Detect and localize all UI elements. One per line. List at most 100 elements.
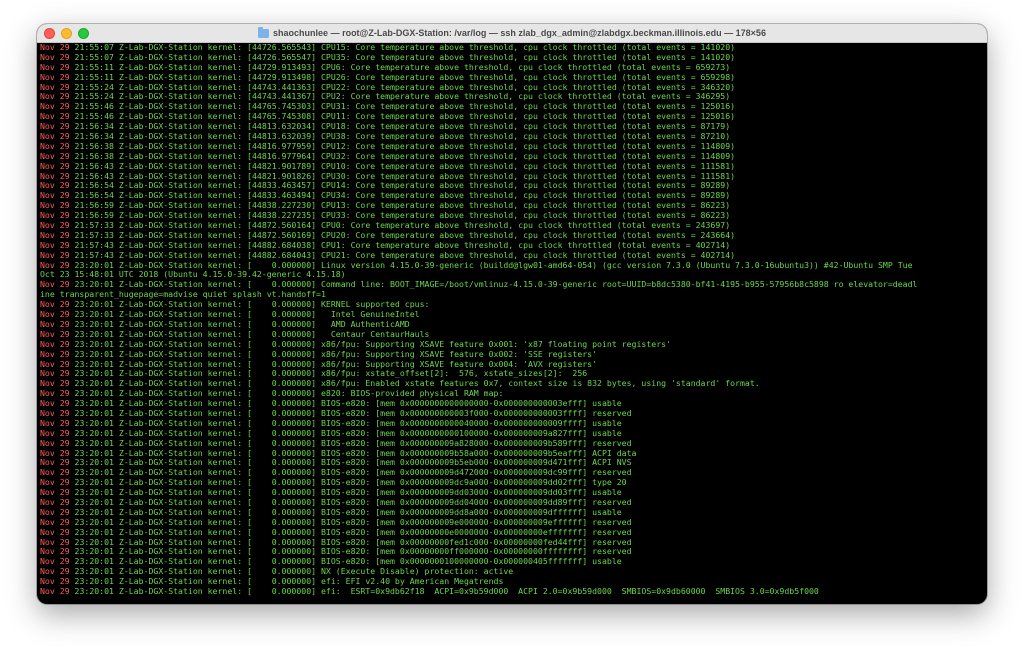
log-month: Nov bbox=[40, 299, 55, 310]
log-month: Nov bbox=[40, 585, 55, 596]
terminal-output[interactable]: Nov 29 21:55:07 Z-Lab-DGX-Station kernel… bbox=[37, 43, 987, 604]
log-message: 21:55:07 Z-Lab-DGX-Station kernel: [4472… bbox=[74, 43, 736, 52]
log-day: 29 bbox=[59, 358, 70, 369]
log-month: Nov bbox=[40, 526, 55, 537]
log-day: 29 bbox=[59, 81, 70, 92]
log-month: Nov bbox=[40, 427, 55, 438]
window-title: shaochunlee — root@Z-Lab-DGX-Station: /v… bbox=[273, 28, 766, 38]
log-month: Nov bbox=[40, 140, 55, 151]
window-title-group: shaochunlee — root@Z-Lab-DGX-Station: /v… bbox=[258, 26, 766, 38]
log-message: 23:20:01 Z-Lab-DGX-Station kernel: [ 0.0… bbox=[74, 526, 632, 537]
log-month: Nov bbox=[40, 566, 55, 577]
log-day: 29 bbox=[59, 170, 70, 181]
log-month: Nov bbox=[40, 398, 55, 409]
log-message: 23:20:01 Z-Lab-DGX-Station kernel: [ 0.0… bbox=[74, 506, 622, 517]
log-day: 29 bbox=[59, 437, 70, 448]
log-day: 29 bbox=[59, 309, 70, 320]
log-message: 21:55:07 Z-Lab-DGX-Station kernel: [4472… bbox=[74, 51, 736, 62]
log-day: 29 bbox=[59, 71, 70, 82]
log-month: Nov bbox=[40, 91, 55, 102]
log-day: 29 bbox=[59, 299, 70, 310]
log-month: Nov bbox=[40, 417, 55, 428]
log-message: 23:20:01 Z-Lab-DGX-Station kernel: [ 0.0… bbox=[74, 338, 671, 349]
log-month: Nov bbox=[40, 81, 55, 92]
log-month: Nov bbox=[40, 467, 55, 478]
log-month: Nov bbox=[40, 220, 55, 231]
log-message: 23:20:01 Z-Lab-DGX-Station kernel: [ 0.0… bbox=[74, 585, 819, 596]
log-month: Nov bbox=[40, 249, 55, 260]
log-month: Nov bbox=[40, 407, 55, 418]
log-month: Nov bbox=[40, 160, 55, 171]
close-button[interactable] bbox=[44, 28, 55, 39]
log-day: 29 bbox=[59, 150, 70, 161]
log-day: 29 bbox=[59, 487, 70, 498]
log-month: Nov bbox=[40, 71, 55, 82]
log-month: Nov bbox=[40, 487, 55, 498]
log-day: 29 bbox=[59, 318, 70, 329]
log-day: 29 bbox=[59, 477, 70, 488]
log-day: 29 bbox=[59, 61, 70, 72]
log-month: Nov bbox=[40, 576, 55, 587]
log-month: Nov bbox=[40, 546, 55, 557]
log-message: 21:55:11 Z-Lab-DGX-Station kernel: [4472… bbox=[74, 71, 736, 82]
log-message: 23:20:01 Z-Lab-DGX-Station kernel: [ 0.0… bbox=[74, 437, 632, 448]
log-day: 29 bbox=[59, 506, 70, 517]
log-message: 23:20:01 Z-Lab-DGX-Station kernel: [ 0.0… bbox=[74, 477, 627, 488]
log-month: Nov bbox=[40, 536, 55, 547]
title-bar[interactable]: shaochunlee — root@Z-Lab-DGX-Station: /v… bbox=[37, 24, 987, 43]
log-message: 23:20:01 Z-Lab-DGX-Station kernel: [ 0.0… bbox=[74, 447, 637, 458]
log-message: 23:20:01 Z-Lab-DGX-Station kernel: [ 0.0… bbox=[74, 259, 913, 270]
log-day: 29 bbox=[59, 536, 70, 547]
log-month: Nov bbox=[40, 101, 55, 112]
log-day: 29 bbox=[59, 43, 70, 52]
log-month: Nov bbox=[40, 368, 55, 379]
log-day: 29 bbox=[59, 427, 70, 438]
log-message: 21:56:54 Z-Lab-DGX-Station kernel: [4483… bbox=[74, 190, 731, 201]
log-month: Nov bbox=[40, 358, 55, 369]
log-month: Nov bbox=[40, 309, 55, 320]
log-day: 29 bbox=[59, 51, 70, 62]
log-day: 29 bbox=[59, 140, 70, 151]
log-month: Nov bbox=[40, 229, 55, 240]
log-day: 29 bbox=[59, 239, 70, 250]
log-day: 29 bbox=[59, 467, 70, 478]
log-message: Oct 23 15:48:01 UTC 2018 (Ubuntu 4.15.0-… bbox=[40, 269, 346, 280]
log-month: Nov bbox=[40, 239, 55, 250]
log-month: Nov bbox=[40, 506, 55, 517]
minimize-button[interactable] bbox=[61, 28, 72, 39]
log-day: 29 bbox=[59, 328, 70, 339]
log-message: 21:56:34 Z-Lab-DGX-Station kernel: [4481… bbox=[74, 121, 731, 132]
log-month: Nov bbox=[40, 200, 55, 211]
log-month: Nov bbox=[40, 279, 55, 290]
log-day: 29 bbox=[59, 121, 70, 132]
log-day: 29 bbox=[59, 546, 70, 557]
log-message: 23:20:01 Z-Lab-DGX-Station kernel: [ 0.0… bbox=[74, 358, 598, 369]
log-day: 29 bbox=[59, 516, 70, 527]
zoom-button[interactable] bbox=[78, 28, 89, 39]
log-message: 23:20:01 Z-Lab-DGX-Station kernel: [ 0.0… bbox=[74, 546, 632, 557]
log-day: 29 bbox=[59, 131, 70, 142]
log-message: 23:20:01 Z-Lab-DGX-Station kernel: [ 0.0… bbox=[74, 407, 632, 418]
log-day: 29 bbox=[59, 338, 70, 349]
log-message: 23:20:01 Z-Lab-DGX-Station kernel: [ 0.0… bbox=[74, 467, 632, 478]
log-message: 21:55:24 Z-Lab-DGX-Station kernel: [4474… bbox=[74, 81, 736, 92]
log-month: Nov bbox=[40, 348, 55, 359]
log-month: Nov bbox=[40, 516, 55, 527]
log-day: 29 bbox=[59, 101, 70, 112]
log-month: Nov bbox=[40, 378, 55, 389]
log-message: 21:57:43 Z-Lab-DGX-Station kernel: [4488… bbox=[74, 239, 731, 250]
log-message: 23:20:01 Z-Lab-DGX-Station kernel: [ 0.0… bbox=[74, 487, 622, 498]
log-message: 23:20:01 Z-Lab-DGX-Station kernel: [ 0.0… bbox=[74, 279, 918, 290]
log-message: 23:20:01 Z-Lab-DGX-Station kernel: [ 0.0… bbox=[74, 516, 632, 527]
terminal-window[interactable]: shaochunlee — root@Z-Lab-DGX-Station: /v… bbox=[37, 24, 987, 604]
log-message: 21:56:38 Z-Lab-DGX-Station kernel: [4481… bbox=[74, 140, 736, 151]
log-day: 29 bbox=[59, 348, 70, 359]
folder-icon bbox=[258, 26, 270, 38]
log-day: 29 bbox=[59, 407, 70, 418]
log-message: 21:57:43 Z-Lab-DGX-Station kernel: [4488… bbox=[74, 249, 736, 260]
log-message: 23:20:01 Z-Lab-DGX-Station kernel: [ 0.0… bbox=[74, 457, 632, 468]
log-month: Nov bbox=[40, 447, 55, 458]
log-day: 29 bbox=[59, 91, 70, 102]
log-message: 23:20:01 Z-Lab-DGX-Station kernel: [ 0.0… bbox=[74, 536, 632, 547]
log-message: 21:55:11 Z-Lab-DGX-Station kernel: [4472… bbox=[74, 61, 731, 72]
